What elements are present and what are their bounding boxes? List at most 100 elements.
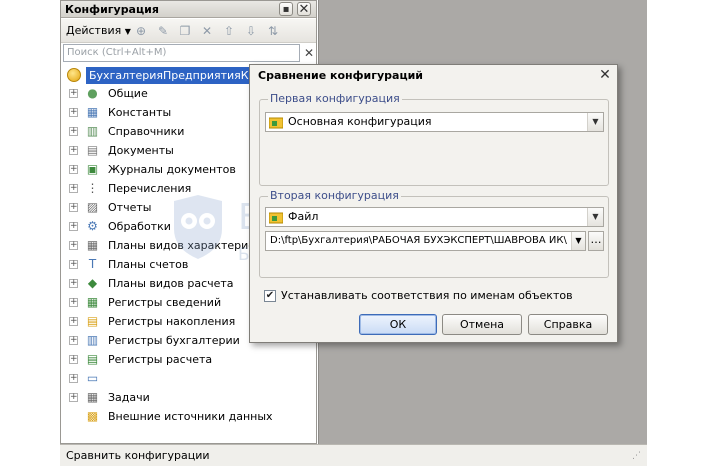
move-up-icon[interactable]: ⇧: [221, 23, 237, 39]
match-by-names-label: Устанавливать соответствия по именам объ…: [281, 289, 573, 302]
expand-icon[interactable]: +: [69, 108, 78, 117]
file-icon: [269, 212, 283, 224]
chart-of-characteristic-types-icon: ▦: [86, 238, 99, 252]
close-dialog-icon[interactable]: ✕: [598, 68, 612, 82]
tree-item-label: Отчеты: [108, 201, 152, 214]
information-registers-icon: ▦: [86, 295, 99, 309]
expand-icon[interactable]: +: [69, 260, 78, 269]
accounting-registers-icon: ▥: [86, 333, 99, 347]
dialog-title: Сравнение конфигураций: [250, 65, 617, 87]
tree-item[interactable]: + ▦ Задачи: [61, 388, 316, 407]
tree-item-label: Обработки: [108, 220, 171, 233]
tree-item-label: Регистры расчета: [108, 353, 213, 366]
second-configuration-value: Файл: [288, 210, 319, 223]
search-input[interactable]: Поиск (Ctrl+Alt+M): [63, 44, 300, 62]
second-configuration-dropdown-icon[interactable]: ▼: [587, 208, 603, 226]
accumulation-registers-icon: ▤: [86, 314, 99, 328]
tree-item-label: Документы: [108, 144, 174, 157]
status-bar: Сравнить конфигурации: [60, 444, 647, 466]
constants-icon: ▦: [86, 105, 99, 119]
tree-item-label: Журналы документов: [108, 163, 236, 176]
delete-icon[interactable]: ✕: [199, 23, 215, 39]
tree-item[interactable]: + ▤ Регистры расчета: [61, 350, 316, 369]
chart-of-calculation-types-icon: ◆: [87, 276, 98, 290]
compare-configurations-dialog: Сравнение конфигураций ✕ Первая конфигур…: [249, 64, 618, 343]
enumerations-icon: ⋮: [86, 181, 99, 195]
cancel-button[interactable]: Отмена: [442, 314, 522, 335]
expand-icon[interactable]: +: [69, 146, 78, 155]
panel-title-bar: Конфигурация ▪ ✕: [61, 1, 316, 18]
expand-icon[interactable]: +: [69, 203, 78, 212]
tree-item-label: Регистры накопления: [108, 315, 236, 328]
tree-item-label: Константы: [108, 106, 172, 119]
panel-toolbar: Действия ▼ ⊕ ✎ ❐ ✕ ⇧ ⇩ ⇅: [61, 19, 316, 43]
expand-icon[interactable]: +: [69, 241, 78, 250]
match-by-names-checkbox[interactable]: ✔: [264, 290, 276, 302]
configuration-icon: [269, 117, 283, 129]
browse-file-button[interactable]: …: [588, 231, 604, 251]
external-data-sources-icon: ▩: [86, 409, 99, 423]
tree-item[interactable]: + ▭: [61, 369, 316, 388]
file-path-field[interactable]: D:\ftp\Бухгалтерия\РАБОЧАЯ БУХЭКСПЕРТ\ША…: [265, 231, 586, 251]
close-panel-icon[interactable]: ✕: [297, 2, 311, 17]
second-configuration-select[interactable]: Файл ▼: [265, 207, 604, 227]
status-text: Сравнить конфигурации: [66, 449, 210, 462]
panel-title: Конфигурация: [65, 3, 159, 16]
tree-item-label: Общие: [108, 87, 148, 100]
expand-icon[interactable]: +: [69, 89, 78, 98]
first-configuration-group: Первая конфигурация Основная конфигураци…: [259, 93, 609, 186]
tree-item-label: Регистры бухгалтерии: [108, 334, 240, 347]
tree-item-label: Задачи: [108, 391, 150, 404]
tree-item-label: Внешние источники данных: [108, 410, 273, 423]
file-path-history-icon[interactable]: ▼: [571, 232, 585, 250]
documents-icon: ▤: [86, 143, 99, 157]
tree-item-label: Перечисления: [108, 182, 192, 195]
calculation-registers-icon: ▤: [86, 352, 99, 366]
chart-of-accounts-icon: Т: [88, 257, 97, 271]
expand-icon[interactable]: +: [69, 127, 78, 136]
copy-icon[interactable]: ❐: [177, 23, 193, 39]
resize-grip-icon[interactable]: ⋰: [632, 450, 644, 462]
move-down-icon[interactable]: ⇩: [243, 23, 259, 39]
dropdown-arrow-icon: ▼: [124, 27, 131, 36]
clear-search-icon[interactable]: ✕: [302, 44, 316, 62]
expand-icon[interactable]: +: [69, 393, 78, 402]
first-configuration-dropdown-icon[interactable]: ▼: [587, 113, 603, 131]
tree-item[interactable]: ▩ Внешние источники данных: [61, 407, 316, 426]
expand-icon[interactable]: +: [69, 184, 78, 193]
sort-icon[interactable]: ⇅: [265, 23, 281, 39]
expand-icon[interactable]: +: [69, 336, 78, 345]
file-path-value: D:\ftp\Бухгалтерия\РАБОЧАЯ БУХЭКСПЕРТ\ША…: [270, 235, 567, 246]
tasks-icon: ▦: [86, 390, 99, 404]
expand-icon[interactable]: +: [69, 374, 78, 383]
expand-icon[interactable]: +: [69, 279, 78, 288]
tree-item-label: Регистры сведений: [108, 296, 222, 309]
expand-icon[interactable]: +: [69, 317, 78, 326]
pin-icon[interactable]: ▪: [279, 2, 293, 16]
tree-item-label: Справочники: [108, 125, 185, 138]
edit-icon[interactable]: ✎: [155, 23, 171, 39]
general-icon: ●: [87, 86, 98, 100]
document-journals-icon: ▣: [86, 162, 99, 176]
actions-menu[interactable]: Действия ▼: [66, 23, 131, 40]
catalogs-icon: ▥: [86, 124, 99, 138]
expand-icon[interactable]: +: [69, 222, 78, 231]
actions-menu-label: Действия: [66, 24, 122, 37]
configuration-root-icon: [67, 68, 81, 82]
business-processes-icon: ▭: [86, 371, 99, 385]
help-button[interactable]: Справка: [528, 314, 608, 335]
expand-icon[interactable]: +: [69, 165, 78, 174]
second-configuration-title: Вторая конфигурация: [268, 189, 401, 202]
tree-item-label: Планы счетов: [108, 258, 189, 271]
add-icon[interactable]: ⊕: [133, 23, 149, 39]
reports-icon: ▨: [86, 200, 99, 214]
first-configuration-value: Основная конфигурация: [288, 115, 432, 128]
first-configuration-title: Первая конфигурация: [268, 92, 402, 105]
tree-item-label: Планы видов расчета: [108, 277, 234, 290]
first-configuration-select[interactable]: Основная конфигурация ▼: [265, 112, 604, 132]
data-processors-icon: ⚙: [87, 219, 98, 233]
ok-button[interactable]: ОК: [359, 314, 437, 335]
expand-icon[interactable]: +: [69, 298, 78, 307]
expand-icon[interactable]: +: [69, 355, 78, 364]
second-configuration-group: Вторая конфигурация Файл ▼ D:\ftp\Бухгал…: [259, 190, 609, 278]
